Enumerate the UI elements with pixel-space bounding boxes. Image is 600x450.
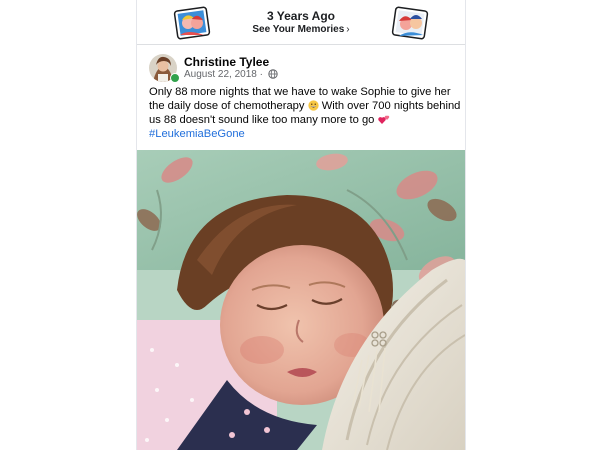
- post-line: the daily dose of chemotherapy With over…: [149, 100, 461, 112]
- post-line: us 88 doesn't sound like too many more t…: [149, 113, 461, 127]
- post-body: Only 88 more nights that we have to wake…: [149, 85, 461, 141]
- memory-post-card: 3 Years Ago See Your Memories › Christine…: [136, 0, 466, 450]
- two-hearts-emoji: [377, 115, 389, 124]
- memories-banner[interactable]: 3 Years Ago See Your Memories ›: [137, 0, 465, 45]
- post-photo[interactable]: [137, 150, 465, 450]
- couple-memory-icon: [391, 6, 429, 40]
- online-status-dot: [170, 73, 180, 83]
- see-memories-label: See Your Memories: [252, 24, 345, 35]
- hashtag-link[interactable]: #LeukemiaBeGone: [149, 127, 461, 141]
- post-line: Only 88 more nights that we have to wake…: [149, 86, 451, 98]
- meta-separator: ·: [259, 69, 263, 80]
- chevron-right-icon: ›: [346, 24, 350, 35]
- grinning-face-emoji: [307, 100, 319, 111]
- post-date[interactable]: August 22, 2018: [184, 69, 257, 80]
- post-meta: August 22, 2018 ·: [184, 69, 278, 80]
- author-name[interactable]: Christine Tylee: [184, 55, 269, 69]
- globe-icon: [268, 69, 278, 79]
